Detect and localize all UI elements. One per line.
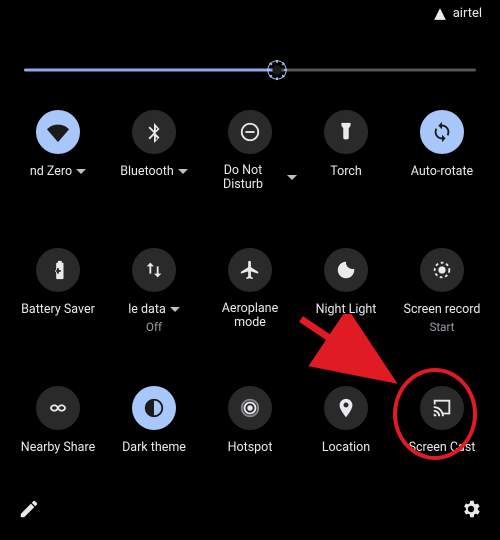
tile-torch[interactable]: Torch (298, 110, 394, 206)
tile-label: Nearby Share (21, 441, 95, 455)
tile-screen-cast[interactable]: Screen Cast (394, 386, 490, 470)
torch-icon[interactable] (324, 110, 368, 154)
tile-label: Bluetooth (120, 165, 174, 179)
tile-sublabel: Off (146, 320, 162, 334)
tile-label: le data (128, 303, 166, 317)
tile-label: Torch (330, 165, 362, 179)
carrier-label: airtel (453, 6, 482, 21)
tile-label: Screen Cast (409, 441, 476, 455)
tile-label: Hotspot (228, 441, 273, 455)
chevron-down-icon[interactable] (170, 305, 180, 315)
tile-location[interactable]: Location (298, 386, 394, 470)
night-light-icon[interactable] (324, 248, 368, 292)
tile-label: Night Light (316, 303, 377, 317)
tile-label: Aeroplane mode (210, 302, 290, 330)
footer (18, 498, 482, 524)
location-icon[interactable] (324, 386, 368, 430)
tile-label: Auto-rotate (411, 165, 473, 179)
tile-bluetooth[interactable]: Bluetooth (106, 110, 202, 206)
battery-saver-icon[interactable] (36, 248, 80, 292)
edit-button[interactable] (18, 498, 40, 524)
chevron-down-icon[interactable] (178, 167, 188, 177)
tile-label: Location (322, 441, 370, 455)
signal-icon (433, 7, 447, 21)
autorotate-icon[interactable] (420, 110, 464, 154)
quick-settings-grid: nd Zero Bluetooth Do Not Disturb Torch (0, 100, 500, 470)
cast-icon[interactable] (420, 386, 464, 430)
tile-mobile-data[interactable]: le data Off (106, 248, 202, 344)
tile-dnd[interactable]: Do Not Disturb (202, 110, 298, 206)
dnd-icon[interactable] (228, 110, 272, 154)
dark-theme-icon[interactable] (132, 386, 176, 430)
aeroplane-icon[interactable] (228, 248, 272, 292)
tile-label: Screen record (404, 303, 481, 317)
tile-autorotate[interactable]: Auto-rotate (394, 110, 490, 206)
wifi-icon[interactable] (36, 110, 80, 154)
tile-sublabel: Start (430, 320, 455, 334)
screen-record-icon[interactable] (420, 248, 464, 292)
nearby-share-icon[interactable] (36, 386, 80, 430)
brightness-thumb[interactable] (266, 59, 288, 81)
tile-wifi[interactable]: nd Zero (10, 110, 106, 206)
tile-label: Dark theme (122, 441, 186, 455)
tile-screen-record[interactable]: Screen record Start (394, 248, 490, 344)
brightness-fill (24, 69, 277, 72)
bluetooth-icon[interactable] (132, 110, 176, 154)
status-bar: airtel (433, 6, 482, 21)
tile-dark-theme[interactable]: Dark theme (106, 386, 202, 470)
settings-button[interactable] (460, 498, 482, 524)
chevron-down-icon[interactable] (287, 173, 297, 183)
tile-label: nd Zero (30, 165, 72, 179)
tile-label: Do Not Disturb (203, 164, 283, 192)
tile-label: Battery Saver (21, 303, 95, 317)
tile-battery-saver[interactable]: Battery Saver (10, 248, 106, 344)
tile-hotspot[interactable]: Hotspot (202, 386, 298, 470)
tile-night-light[interactable]: Night Light (298, 248, 394, 344)
tile-aeroplane[interactable]: Aeroplane mode (202, 248, 298, 344)
brightness-slider[interactable] (24, 60, 476, 80)
mobile-data-icon[interactable] (132, 248, 176, 292)
tile-nearby-share[interactable]: Nearby Share (10, 386, 106, 470)
hotspot-icon[interactable] (228, 386, 272, 430)
chevron-down-icon[interactable] (76, 167, 86, 177)
